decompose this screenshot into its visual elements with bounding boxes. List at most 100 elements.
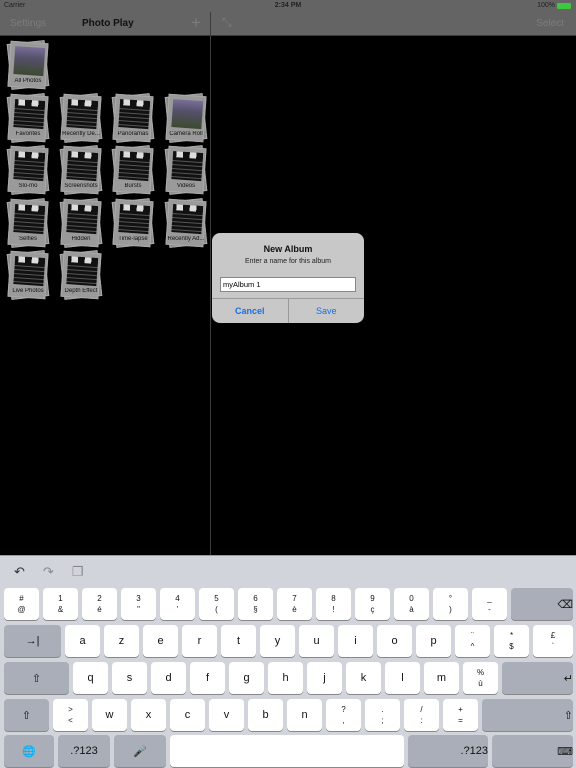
key[interactable]: * $ <box>494 625 529 657</box>
key[interactable]: /: <box>404 699 439 731</box>
key-k[interactable]: k <box>346 662 381 694</box>
add-icon[interactable]: + <box>191 13 201 33</box>
key-g[interactable]: g <box>229 662 264 694</box>
shift-right-key[interactable]: ⇧ <box>482 699 573 731</box>
key-char: 7 <box>292 594 297 603</box>
key-j[interactable]: j <box>307 662 342 694</box>
shift-left-key[interactable]: ⇧ <box>4 699 49 731</box>
key[interactable]: 4 ' <box>160 588 195 620</box>
album-item[interactable]: Recently De... <box>58 93 104 143</box>
key-e[interactable]: e <box>143 625 178 657</box>
album-item[interactable]: Recently Ad... <box>163 198 209 248</box>
album-item[interactable]: Slo-mo <box>5 145 51 195</box>
clapperboard-icon <box>13 151 46 182</box>
clapperboard-icon <box>118 99 151 130</box>
key-z[interactable]: z <box>104 625 139 657</box>
key-char: ç <box>370 605 375 614</box>
key[interactable]: # @ <box>4 588 39 620</box>
paste-icon[interactable]: ❐ <box>72 564 84 580</box>
album-name-input[interactable] <box>220 277 356 292</box>
key[interactable]: 2é <box>82 588 117 620</box>
key[interactable]: .; <box>365 699 400 731</box>
key[interactable]: + = <box>443 699 478 731</box>
cancel-button[interactable]: Cancel <box>212 299 289 323</box>
key[interactable]: 1 & <box>43 588 78 620</box>
key-w[interactable]: w <box>92 699 127 731</box>
album-item[interactable]: Videos <box>163 145 209 195</box>
key-char: . <box>381 705 384 714</box>
key-p[interactable]: p <box>416 625 451 657</box>
key-char: & <box>57 605 64 614</box>
album-item[interactable]: Bursts <box>110 145 156 195</box>
key[interactable]: 9ç <box>355 588 390 620</box>
key-char: è <box>292 605 297 614</box>
album-item[interactable]: Screenshots <box>58 145 104 195</box>
key-o[interactable]: o <box>377 625 412 657</box>
album-item[interactable]: Live Photos <box>5 250 51 300</box>
album-item[interactable]: Favorites <box>5 93 51 143</box>
key-r[interactable]: r <box>182 625 217 657</box>
key[interactable]: 6 § <box>238 588 273 620</box>
key-u[interactable]: u <box>299 625 334 657</box>
key[interactable]: 0à <box>394 588 429 620</box>
key[interactable]: 7è <box>277 588 312 620</box>
caps-lock-key[interactable]: ⇧ <box>4 662 69 694</box>
album-item[interactable]: All Photos <box>5 40 51 90</box>
key-i[interactable]: i <box>338 625 373 657</box>
key-char: < <box>68 716 73 725</box>
globe-key[interactable]: 🌐 <box>4 735 54 767</box>
key-d[interactable]: d <box>151 662 186 694</box>
key[interactable]: £ ` <box>533 625 573 657</box>
key[interactable]: ?, <box>326 699 361 731</box>
key[interactable]: °) <box>433 588 468 620</box>
key[interactable]: > < <box>53 699 88 731</box>
key[interactable]: 5( <box>199 588 234 620</box>
key-x[interactable]: x <box>131 699 166 731</box>
key-char: 2 <box>97 594 102 603</box>
delete-key[interactable]: ⌫ <box>511 588 573 620</box>
album-item[interactable]: Selfies <box>5 198 51 248</box>
hide-keyboard-key[interactable]: ⌨ <box>492 735 573 767</box>
key-char: $ <box>509 642 514 651</box>
key[interactable]: ¨ ^ <box>455 625 490 657</box>
key-c[interactable]: c <box>170 699 205 731</box>
clapperboard-icon <box>66 256 99 287</box>
album-item[interactable]: Camera Roll <box>163 93 209 143</box>
key[interactable]: _ - <box>472 588 507 620</box>
key[interactable]: 8! <box>316 588 351 620</box>
numbers-key-right[interactable]: .?123 <box>408 735 488 767</box>
key-s[interactable]: s <box>112 662 147 694</box>
album-item[interactable]: Panoramas <box>110 93 156 143</box>
key-a[interactable]: a <box>65 625 100 657</box>
album-item[interactable]: Hidden <box>58 198 104 248</box>
redo-icon[interactable]: ↷ <box>43 564 54 580</box>
clapperboard-icon <box>66 99 99 130</box>
clapperboard-icon <box>171 151 204 182</box>
space-key[interactable] <box>170 735 404 767</box>
key-q[interactable]: q <box>73 662 108 694</box>
key-v[interactable]: v <box>209 699 244 731</box>
undo-icon[interactable]: ↶ <box>14 564 25 580</box>
key-t[interactable]: t <box>221 625 256 657</box>
key-l[interactable]: l <box>385 662 420 694</box>
key-n[interactable]: n <box>287 699 322 731</box>
key[interactable]: % ù <box>463 662 498 694</box>
return-key[interactable]: ↵ <box>502 662 573 694</box>
expand-icon[interactable]: ⤡ <box>222 15 232 30</box>
save-button[interactable]: Save <box>289 299 365 323</box>
select-button[interactable]: Select <box>536 18 564 29</box>
album-item[interactable]: Depth Effect <box>58 250 104 300</box>
key-y[interactable]: y <box>260 625 295 657</box>
numbers-key[interactable]: .?123 <box>58 735 110 767</box>
key-b[interactable]: b <box>248 699 283 731</box>
settings-button[interactable]: Settings <box>10 18 46 29</box>
dialog-title: New Album <box>263 244 313 254</box>
microphone-key[interactable]: 🎤 <box>114 735 166 767</box>
key-char: % <box>476 668 485 677</box>
key-h[interactable]: h <box>268 662 303 694</box>
key-f[interactable]: f <box>190 662 225 694</box>
key[interactable]: 3 " <box>121 588 156 620</box>
tab-key[interactable]: →| <box>4 625 61 657</box>
key-m[interactable]: m <box>424 662 459 694</box>
album-item[interactable]: Time-lapse <box>110 198 156 248</box>
